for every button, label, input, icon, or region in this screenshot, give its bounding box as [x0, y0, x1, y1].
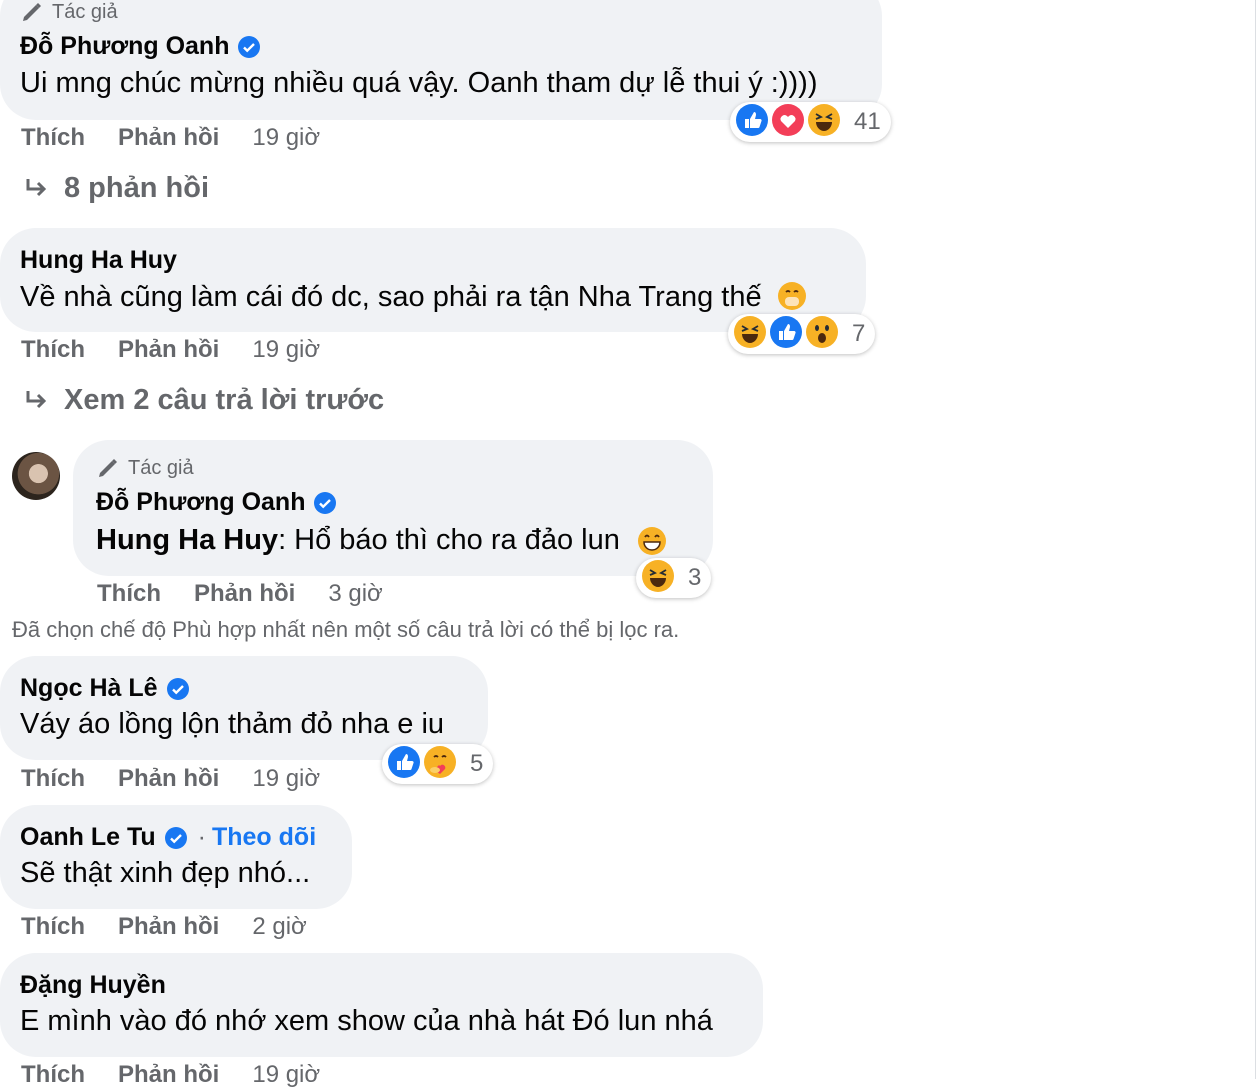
timestamp[interactable]: 19 giờ [252, 1061, 320, 1089]
comment-actions: Thích Phản hồi 3 giờ [97, 580, 383, 608]
author-badge-label: Tác giả [128, 456, 194, 479]
commenter-name[interactable]: Đỗ Phương Oanh [20, 32, 261, 61]
timestamp[interactable]: 2 giờ [252, 913, 306, 941]
like-button[interactable]: Thích [21, 765, 85, 793]
reaction-summary[interactable]: 5 [382, 744, 494, 784]
like-reaction-icon [386, 744, 426, 784]
haha-reaction-icon [640, 558, 680, 598]
commenter-name-text[interactable]: Đỗ Phương Oanh [20, 32, 229, 61]
like-button[interactable]: Thích [97, 580, 161, 608]
reaction-count: 3 [688, 564, 702, 591]
like-button[interactable]: Thích [21, 336, 85, 364]
pencil-icon [23, 3, 41, 21]
follow-button[interactable]: Theo dõi [212, 823, 316, 852]
like-button[interactable]: Thích [21, 913, 85, 941]
verified-icon [164, 826, 187, 849]
timestamp[interactable]: 19 giờ [252, 765, 320, 793]
commenter-name-text[interactable]: Oanh Le Tu [20, 823, 156, 852]
timestamp[interactable]: 19 giờ [252, 336, 320, 364]
reply-button[interactable]: Phản hồi [118, 913, 219, 941]
author-badge: Tác giả [96, 456, 194, 480]
haha-reaction-icon [806, 102, 846, 142]
comment-text: Váy áo lồng lộn thảm đỏ nha e iu [20, 708, 445, 740]
commenter-name-text[interactable]: Hung Ha Huy [20, 246, 177, 275]
comment-text-content: Về nhà cũng làm cái đó dc, sao phải ra t… [20, 281, 762, 313]
commenter-name[interactable]: Đặng Huyền [20, 971, 166, 1000]
like-button[interactable]: Thích [21, 124, 85, 152]
commenter-name-text[interactable]: Ngọc Hà Lê [20, 674, 158, 703]
love-reaction-icon [770, 102, 810, 142]
commenter-name-text[interactable]: Đặng Huyền [20, 971, 166, 1000]
commenter-name[interactable]: Đỗ Phương Oanh [96, 488, 337, 517]
like-button[interactable]: Thích [21, 1061, 85, 1089]
reaction-summary[interactable]: 3 [636, 558, 712, 598]
separator-dot: · [197, 823, 206, 851]
filter-notice: Đã chọn chế độ Phù hợp nhất nên một số c… [12, 617, 680, 642]
right-divider [1255, 0, 1256, 1079]
commenter-name[interactable]: Hung Ha Huy [20, 246, 177, 275]
face-with-hand-over-mouth-emoji-icon [777, 282, 806, 310]
comment-text: Hung Ha Huy: Hổ báo thì cho ra đảo lun [96, 524, 668, 557]
author-badge-label: Tác giả [52, 0, 118, 23]
comment-text: Ui mng chúc mừng nhiều quá vậy. Oanh tha… [20, 67, 818, 99]
avatar[interactable] [12, 452, 60, 500]
reply-button[interactable]: Phản hồi [118, 124, 219, 152]
comment-actions: Thích Phản hồi 2 giờ [21, 913, 307, 941]
pencil-icon [99, 459, 117, 477]
reply-button[interactable]: Phản hồi [118, 1061, 219, 1089]
verified-icon [314, 491, 337, 514]
reaction-summary[interactable]: 41 [730, 102, 891, 142]
reaction-count: 5 [470, 750, 484, 777]
view-replies-label[interactable]: 8 phản hồi [64, 172, 209, 205]
mention-tag[interactable]: Hung Ha Huy [96, 524, 278, 556]
reaction-count: 7 [852, 320, 866, 347]
comment-text: Về nhà cũng làm cái đó dc, sao phải ra t… [20, 280, 808, 314]
verified-icon [166, 677, 189, 700]
view-replies-link[interactable]: 8 phản hồi [22, 172, 209, 205]
comment-actions: Thích Phản hồi 19 giờ [21, 124, 320, 152]
care-reaction-icon [422, 744, 462, 784]
timestamp[interactable]: 19 giờ [252, 124, 320, 152]
reaction-count: 41 [854, 108, 881, 135]
timestamp[interactable]: 3 giờ [328, 580, 382, 608]
view-previous-replies-link[interactable]: Xem 2 câu trả lời trước [22, 384, 384, 417]
verified-icon [238, 35, 261, 58]
comment-actions: Thích Phản hồi 19 giờ [21, 765, 320, 793]
comment-actions: Thích Phản hồi 19 giờ [21, 1061, 320, 1089]
reply-button[interactable]: Phản hồi [118, 336, 219, 364]
like-reaction-icon [768, 314, 808, 354]
commenter-name-text[interactable]: Đỗ Phương Oanh [96, 488, 305, 517]
like-reaction-icon [734, 102, 774, 142]
comment-actions: Thích Phản hồi 19 giờ [21, 336, 320, 364]
commenter-name[interactable]: Oanh Le Tu · Theo dõi [20, 823, 316, 852]
view-previous-replies-label[interactable]: Xem 2 câu trả lời trước [64, 384, 384, 417]
haha-reaction-icon [732, 314, 772, 354]
wow-reaction-icon [804, 314, 844, 354]
reaction-summary[interactable]: 7 [728, 314, 876, 354]
comment-text-content: : Hổ báo thì cho ra đảo lun [278, 524, 620, 556]
reply-button[interactable]: Phản hồi [194, 580, 295, 608]
commenter-name[interactable]: Ngọc Hà Lê [20, 674, 190, 703]
author-badge: Tác giả [20, 0, 118, 24]
grinning-emoji-icon [637, 527, 666, 555]
reply-arrow-icon [26, 390, 47, 408]
reply-arrow-icon [26, 178, 47, 196]
reply-button[interactable]: Phản hồi [118, 765, 219, 793]
comment-text: E mình vào đó nhớ xem show của nhà hát Đ… [20, 1005, 713, 1037]
comment-text: Sẽ thật xinh đẹp nhó... [20, 857, 311, 889]
